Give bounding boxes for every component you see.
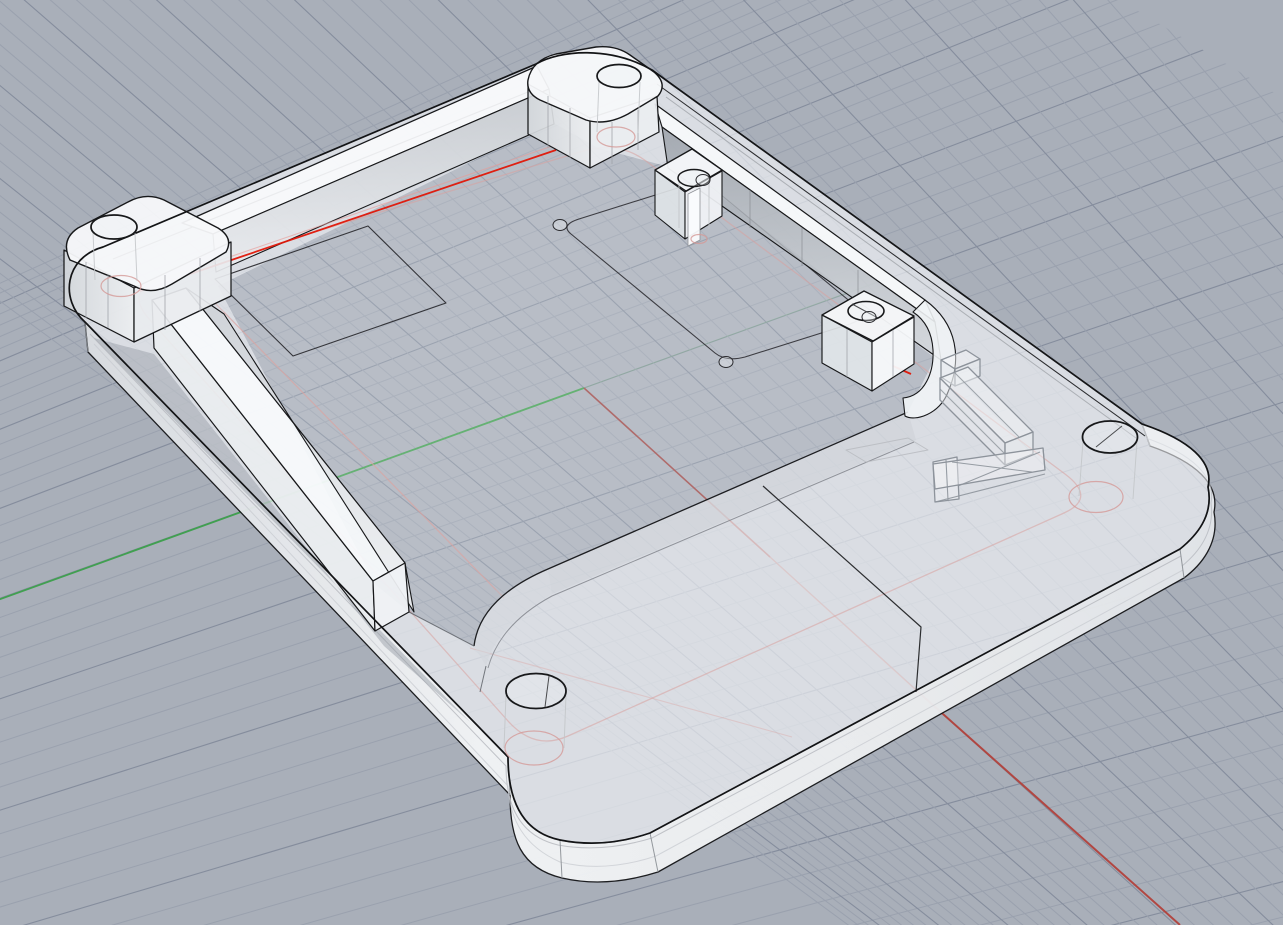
sketch-circle-ne-top-edge bbox=[696, 175, 710, 186]
sketch-circle-nw-top-edge bbox=[553, 220, 567, 231]
plate-hole-southeast-top-edge bbox=[1083, 421, 1138, 453]
sketch-circle-se bbox=[862, 312, 876, 323]
x-axis-line bbox=[916, 690, 1180, 925]
grid-line bbox=[0, 919, 1283, 925]
viewport-canvas[interactable] bbox=[0, 0, 1283, 925]
cad-model bbox=[64, 47, 1215, 882]
plate-hole-southwest-top-edge bbox=[506, 674, 566, 709]
sketch-circle-nw bbox=[553, 220, 567, 231]
cad-viewport[interactable] bbox=[0, 0, 1283, 925]
sketch-circle-sw bbox=[719, 357, 733, 368]
north-post-hole-top-edge bbox=[597, 65, 641, 88]
sketch-circle-sw-top-edge bbox=[719, 357, 733, 368]
west-post-hole-top-edge bbox=[91, 215, 137, 239]
boss1-slot bbox=[688, 188, 700, 246]
sketch-circle-ne bbox=[696, 175, 710, 186]
sketch-circle-se-top-edge bbox=[862, 312, 876, 323]
